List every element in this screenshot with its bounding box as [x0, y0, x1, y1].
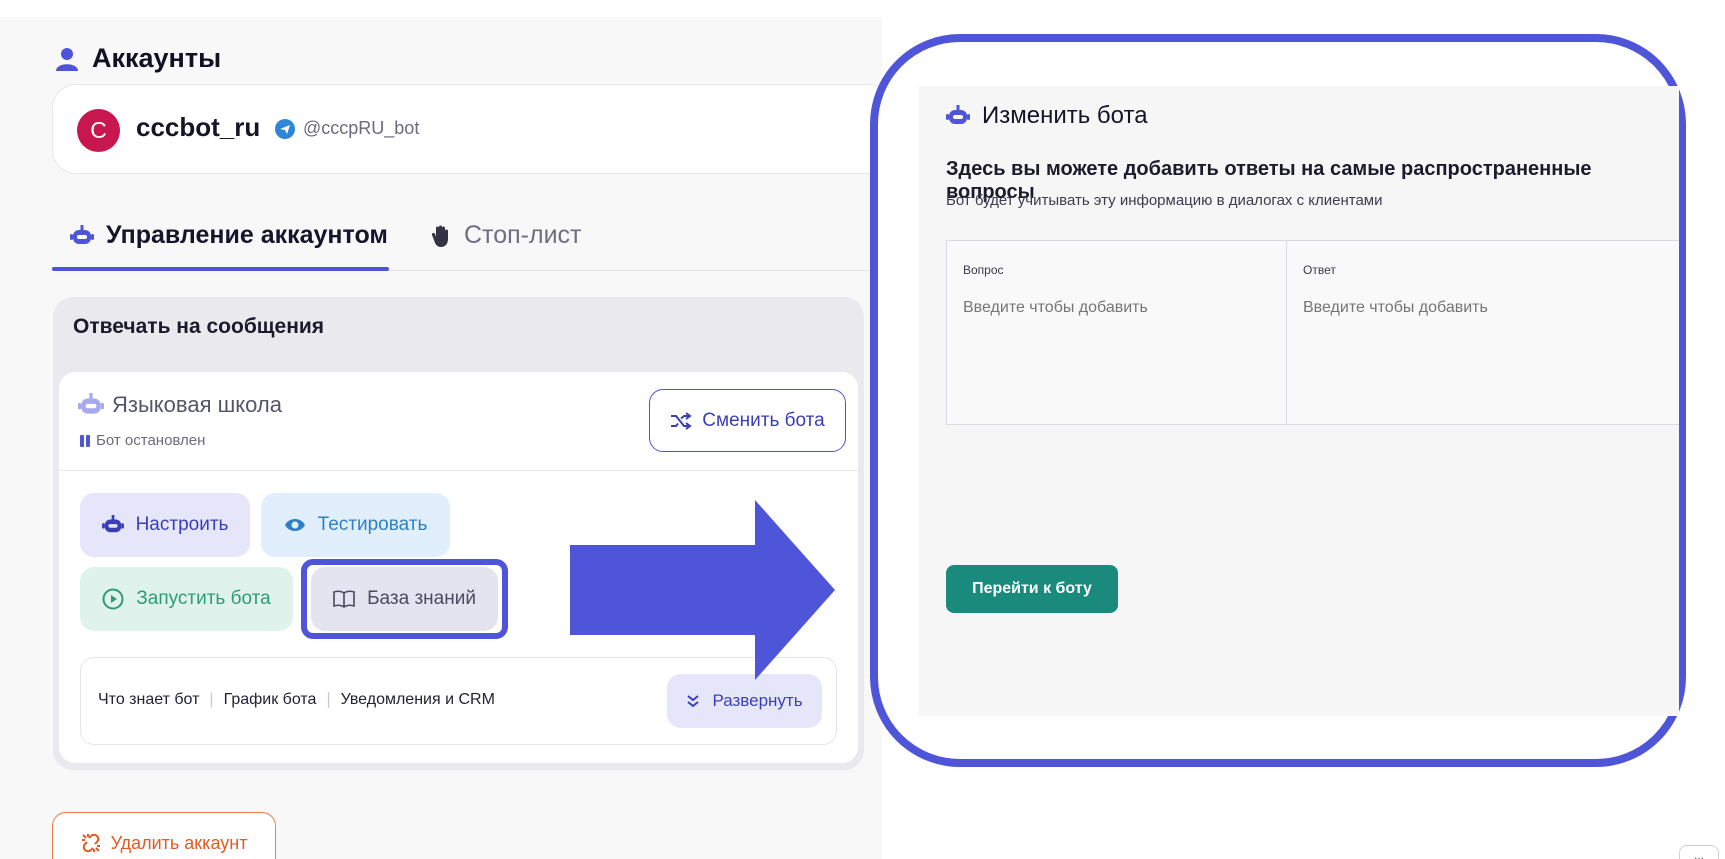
- run-bot-button[interactable]: Запустить бота: [80, 567, 293, 631]
- run-bot-label: Запустить бота: [136, 588, 271, 609]
- delete-account-label: Удалить аккаунт: [110, 832, 248, 853]
- account-card[interactable]: C cccbot_ru @cccpRU_bot: [52, 84, 892, 174]
- reply-section-title: Отвечать на сообщения: [73, 315, 325, 338]
- bot-title: Языковая школа: [78, 392, 282, 418]
- test-button[interactable]: Тестировать: [261, 493, 450, 557]
- feature-separator: |: [326, 691, 331, 708]
- expand-button[interactable]: Развернуть: [667, 674, 822, 728]
- user-icon: [56, 47, 78, 71]
- answer-label: Ответ: [1303, 263, 1336, 277]
- account-name: cccbot_ru: [136, 112, 261, 142]
- delete-account-button[interactable]: Удалить аккаунт: [52, 812, 276, 859]
- section-title: Аккаунты: [56, 43, 221, 74]
- goto-bot-button[interactable]: Перейти к боту: [946, 565, 1118, 613]
- bot-icon: [78, 393, 104, 414]
- expand-label: Развернуть: [712, 691, 803, 710]
- book-icon: [333, 590, 355, 608]
- answer-input[interactable]: [1303, 299, 1603, 317]
- shuffle-icon: [671, 411, 692, 430]
- tab-label: Управление аккаунтом: [106, 221, 388, 249]
- question-label: Вопрос: [963, 263, 1004, 277]
- account-tabs: Управление аккаунтом Стоп-лист: [52, 207, 882, 271]
- telegram-icon: [275, 118, 295, 139]
- knowledge-base-button[interactable]: База знаний: [311, 567, 498, 631]
- tab-account-management[interactable]: Управление аккаунтом: [70, 221, 388, 250]
- feature-separator: |: [209, 691, 214, 708]
- active-tab-indicator: [52, 267, 389, 271]
- accounts-panel: Аккаунты C cccbot_ru @cccpRU_bot Управле…: [0, 17, 892, 859]
- tab-stop-list[interactable]: Стоп-лист: [432, 221, 582, 250]
- feature-item[interactable]: Что знает бот: [98, 691, 199, 709]
- unlink-icon: [81, 833, 100, 853]
- feature-item[interactable]: График бота: [224, 691, 317, 709]
- pause-icon: [80, 434, 90, 447]
- bot-status-text: Бот остановлен: [96, 432, 206, 449]
- bot-name: Языковая школа: [112, 392, 282, 417]
- question-column: Вопрос: [947, 241, 1287, 424]
- chevrons-down-icon: [687, 695, 700, 708]
- eye-icon: [284, 519, 305, 531]
- feature-list: Что знает бот | График бота | Уведомлени…: [98, 691, 495, 709]
- tab-label: Стоп-лист: [464, 221, 582, 249]
- qa-table: Вопрос Ответ: [946, 240, 1679, 425]
- account-handle[interactable]: @cccpRU_bot: [275, 118, 419, 139]
- divider: [59, 470, 858, 471]
- play-circle-icon: [102, 588, 124, 610]
- bot-icon: [101, 515, 124, 533]
- setup-button[interactable]: Настроить: [80, 493, 250, 557]
- knowledge-base-label: База знаний: [367, 588, 476, 609]
- corner-chip[interactable]: ...: [1679, 845, 1719, 859]
- bot-icon: [946, 105, 970, 124]
- switch-bot-button[interactable]: Сменить бота: [649, 389, 846, 452]
- answer-column: Ответ: [1287, 241, 1680, 424]
- edit-bot-title-text: Изменить бота: [982, 102, 1148, 129]
- arrow-right-icon: [570, 500, 835, 680]
- question-input[interactable]: [963, 299, 1263, 317]
- test-label: Тестировать: [317, 514, 428, 535]
- avatar: C: [77, 109, 120, 152]
- bot-status: Бот остановлен: [80, 432, 205, 449]
- account-handle-text: @cccpRU_bot: [303, 118, 420, 138]
- corner-chip-text: ...: [1694, 848, 1705, 859]
- bot-icon: [70, 224, 94, 244]
- feature-item[interactable]: Уведомления и CRM: [341, 691, 495, 709]
- edit-bot-panel: Изменить бота Здесь вы можете добавить о…: [919, 86, 1679, 716]
- switch-bot-label: Сменить бота: [702, 409, 825, 431]
- section-title-text: Аккаунты: [92, 43, 222, 73]
- hand-icon: [432, 225, 448, 247]
- setup-label: Настроить: [135, 514, 229, 535]
- edit-bot-subtitle: Бот будет учитывать эту информацию в диа…: [946, 192, 1383, 209]
- edit-bot-title: Изменить бота: [946, 102, 1148, 130]
